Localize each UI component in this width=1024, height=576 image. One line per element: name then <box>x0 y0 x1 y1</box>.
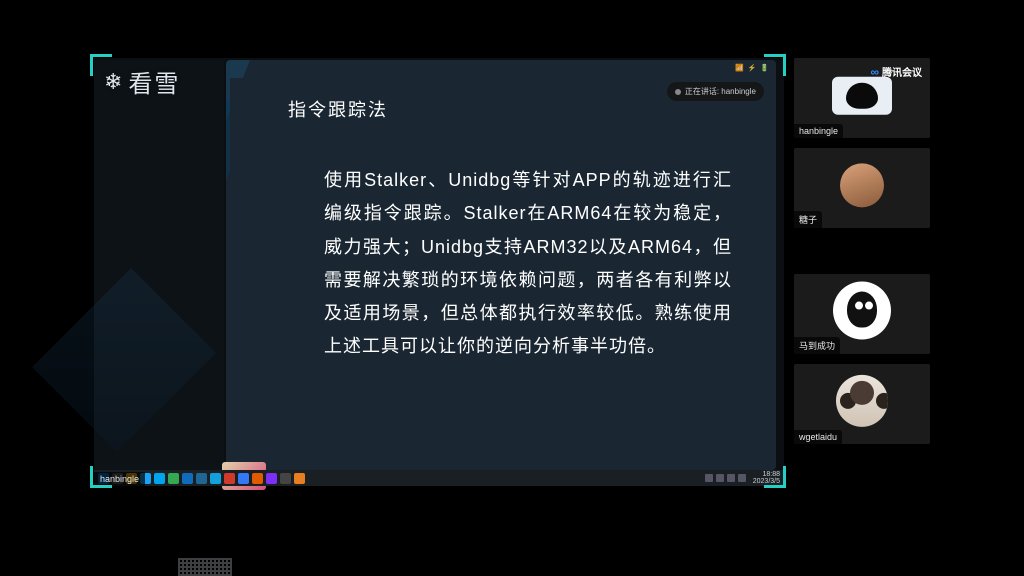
corner-accent <box>764 466 786 488</box>
avatar <box>832 77 892 115</box>
watermark-text: 看雪 <box>128 64 180 99</box>
slide-body: 使用Stalker、Unidbg等针对APP的轨迹进行汇编级指令跟踪。Stalk… <box>230 122 772 364</box>
avatar <box>840 163 884 207</box>
snowflake-icon: ❄ <box>104 69 124 95</box>
mic-icon <box>675 89 681 95</box>
avatar <box>836 375 888 427</box>
participant-name: 马到成功 <box>794 337 840 354</box>
corner-accent <box>764 54 786 76</box>
participant-name: wgetlaidu <box>794 430 842 444</box>
taskbar-app-icon[interactable] <box>196 473 207 484</box>
corner-accent <box>90 466 112 488</box>
participant-name: 糖子 <box>794 211 822 228</box>
taskbar-app-icon[interactable] <box>224 473 235 484</box>
video-stage: 📶 ⚡ 🔋 指令跟踪法 使用Stalker、Unidbg等针对APP的轨迹进行汇… <box>0 0 1024 576</box>
left-column-deco <box>94 60 224 470</box>
taskbar-app-icon[interactable] <box>154 473 165 484</box>
qr-code-watermark <box>178 558 232 576</box>
taskbar-app-icon[interactable] <box>280 473 291 484</box>
avatar <box>833 282 891 340</box>
site-watermark: ❄ 看雪 <box>104 64 180 99</box>
shared-screen: 📶 ⚡ 🔋 指令跟踪法 使用Stalker、Unidbg等针对APP的轨迹进行汇… <box>94 58 784 486</box>
participant-tile[interactable]: 糖子 <box>794 148 930 228</box>
participant-tile[interactable]: wgetlaidu <box>794 364 930 444</box>
phone-mirror: 📶 ⚡ 🔋 指令跟踪法 使用Stalker、Unidbg等针对APP的轨迹进行汇… <box>226 60 776 470</box>
presentation-slide: 指令跟踪法 使用Stalker、Unidbg等针对APP的轨迹进行汇编级指令跟踪… <box>230 78 772 466</box>
taskbar-app-icon[interactable] <box>238 473 249 484</box>
participants-column: ∞ 腾讯会议 hanbingle 糖子 马到成功 wgetlaidu <box>794 58 930 444</box>
windows-taskbar[interactable]: 18:88 2023/3/5 <box>94 470 784 486</box>
system-tray[interactable] <box>705 474 746 482</box>
taskbar-app-icon[interactable] <box>168 473 179 484</box>
participant-tile[interactable]: ∞ 腾讯会议 hanbingle <box>794 58 930 138</box>
phone-status-bar: 📶 ⚡ 🔋 <box>226 60 776 74</box>
speaking-text: 正在讲话: hanbingle <box>685 86 756 97</box>
taskbar-app-icon[interactable] <box>210 473 221 484</box>
taskbar-app-icon[interactable] <box>182 473 193 484</box>
participant-name: hanbingle <box>794 124 843 138</box>
speaking-indicator: 正在讲话: hanbingle <box>667 82 764 101</box>
taskbar-app-icon[interactable] <box>266 473 277 484</box>
taskbar-app-icon[interactable] <box>252 473 263 484</box>
taskbar-app-icon[interactable] <box>294 473 305 484</box>
participant-tile[interactable]: 马到成功 <box>794 274 930 354</box>
